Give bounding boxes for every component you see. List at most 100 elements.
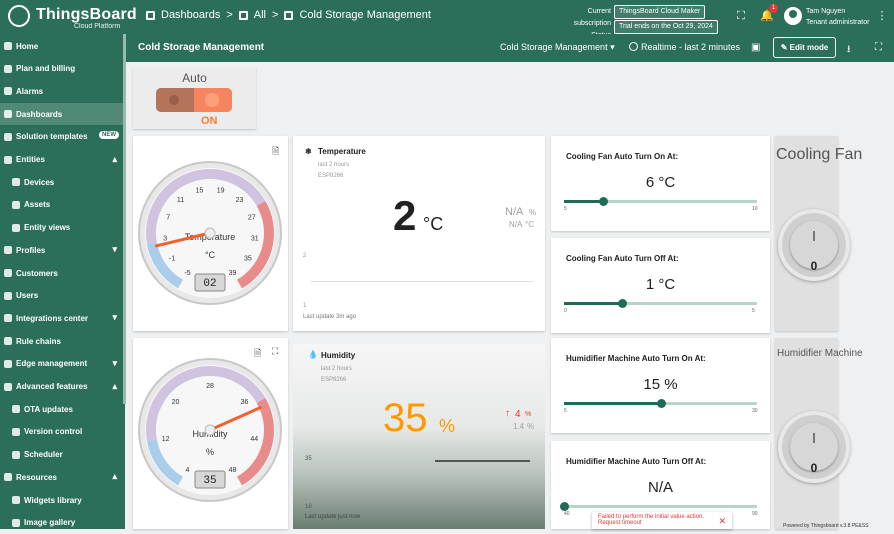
fullscreen-icon[interactable]: ⛶ — [875, 42, 882, 53]
slider-fill — [564, 302, 622, 305]
slider-track[interactable] — [564, 299, 757, 308]
dashboard-state-select[interactable]: Cold Storage Management ▾ — [500, 42, 615, 53]
notification-count: 1 — [769, 4, 778, 13]
slider-thumb[interactable] — [617, 299, 627, 308]
sidebar-item-widgets-library[interactable]: Widgets library — [0, 489, 125, 511]
gauge-tick-label: 7 — [166, 214, 170, 221]
slider-thumb[interactable] — [656, 399, 666, 408]
brand-logo[interactable]: ThingsBoard Cloud Platform — [6, 3, 137, 31]
sidebar-item-assets[interactable]: Assets — [0, 194, 125, 216]
sidebar-item-rule-chains[interactable]: Rule chains — [0, 330, 125, 352]
sidebar-item-customers[interactable]: Customers — [0, 262, 125, 284]
temperature-gauge-widget: 🗎 -5-1371115192327313539Temperature°C02 — [133, 136, 288, 331]
slider-widget: Humidifier Machine Auto Turn On At: 15 % 5… — [551, 338, 770, 433]
sidebar-item-icon — [4, 64, 12, 73]
temperature-delta: N/A — [505, 206, 524, 218]
sidebar-item-scheduler[interactable]: Scheduler — [0, 444, 125, 466]
slider-value: N/A — [647, 479, 673, 496]
sidebar-item-icon — [4, 314, 12, 323]
sidebar-item-label: Home — [16, 41, 39, 51]
slider-title: Cooling Fan Auto Turn Off At: — [566, 254, 679, 263]
temperature-gauge: -5-1371115192327313539Temperature°C02 — [138, 161, 282, 305]
chart-axis-top: 35 — [305, 456, 312, 462]
breadcrumb-dashboards[interactable]: Dashboards — [161, 9, 220, 21]
sidebar-item-icon — [12, 200, 20, 209]
user-info[interactable]: Tam Nguyen Tenant administrator — [806, 6, 869, 28]
sidebar-item-label: Devices — [24, 177, 55, 187]
sidebar-item-version-control[interactable]: Version control — [0, 421, 125, 443]
sidebar-item-dashboards[interactable]: Dashboards — [0, 103, 125, 126]
sidebar-item-label: Entity views — [24, 223, 71, 233]
state-value: Cold Storage Management — [500, 42, 608, 52]
chart-axis-top: 2 — [303, 253, 307, 259]
dashboard-icon — [284, 10, 294, 20]
sidebar-item-edge-management[interactable]: Edge management ▾ — [0, 353, 125, 375]
subscription-badge[interactable]: ThingsBoard Cloud Maker — [614, 5, 706, 19]
dashboards-icon — [146, 10, 155, 20]
sidebar-item-home[interactable]: Home — [0, 35, 125, 57]
sidebar-item-icon — [12, 405, 20, 414]
sidebar-item-entity-views[interactable]: Entity views — [0, 217, 125, 239]
slider-track[interactable] — [560, 502, 757, 511]
chevron-down-icon[interactable]: ▾ — [112, 358, 117, 369]
slider-title: Humidifier Machine Auto Turn On At: — [566, 354, 706, 363]
sidebar-item-label: Alarms — [16, 86, 44, 96]
chevron-down-icon: ▾ — [610, 42, 615, 52]
sidebar-item-image-gallery[interactable]: Image gallery — [0, 512, 125, 534]
sidebar: Home Plan and billing Alarms Dashboards Solu… — [0, 34, 125, 529]
image-icon[interactable]: ▣ — [751, 42, 760, 53]
fullscreen-icon[interactable]: ⛶ — [735, 10, 747, 22]
auto-toggle-switch[interactable] — [156, 88, 232, 112]
sidebar-item-alarms[interactable]: Alarms — [0, 80, 125, 102]
sidebar-item-devices[interactable]: Devices — [0, 171, 125, 193]
sidebar-item-label: Profiles — [16, 245, 46, 255]
sidebar-item-icon — [4, 337, 12, 346]
sidebar-item-solution-templates[interactable]: Solution templates NEW — [0, 126, 125, 148]
sidebar-item-integrations-center[interactable]: Integrations center ▾ — [0, 307, 125, 329]
humidifier-knob[interactable]: 0 — [778, 411, 850, 483]
sidebar-scrollbar[interactable] — [123, 34, 126, 404]
close-icon[interactable]: ✕ — [718, 516, 726, 527]
more-vert-icon[interactable]: ⋮ — [876, 10, 888, 22]
slider-value: 1 °C — [645, 276, 676, 293]
gauge-tick-label: 11 — [177, 197, 184, 204]
top-bar: ThingsBoard Cloud Platform Dashboards > … — [0, 0, 894, 39]
user-role: Tenant administrator — [806, 19, 870, 26]
gauge-tick-label: -5 — [184, 270, 190, 277]
chevron-up-icon[interactable]: ▴ — [112, 471, 117, 482]
gauge-tick-label: 31 — [251, 235, 259, 242]
slider-thumb[interactable] — [560, 502, 569, 511]
edit-mode-button[interactable]: ✎ Edit mode — [773, 37, 836, 58]
sidebar-item-label: Dashboards — [16, 109, 63, 119]
chevron-up-icon[interactable]: ▴ — [112, 381, 117, 392]
chevron-up-icon[interactable]: ▴ — [112, 154, 117, 165]
gauge-tick-label: 19 — [217, 187, 225, 194]
sidebar-item-resources[interactable]: Resources ▴ — [0, 466, 125, 488]
timewindow-button[interactable]: Realtime - last 2 minutes — [629, 42, 740, 52]
sidebar-item-advanced-features[interactable]: Advanced features ▴ — [0, 376, 125, 398]
sidebar-item-profiles[interactable]: Profiles ▾ — [0, 239, 125, 261]
slider-track[interactable] — [564, 197, 757, 206]
auto-switch-widget: Auto ON — [133, 68, 256, 129]
sidebar-item-ota-updates[interactable]: OTA updates — [0, 398, 125, 420]
status-badge: Trial ends on the Oct 29, 2024 — [614, 20, 718, 34]
gauge-tick-label: 15 — [195, 187, 203, 194]
slider-widget: Cooling Fan Auto Turn On At: 6 °C 5 10 — [551, 136, 770, 231]
powered-by[interactable]: Powered by Thingsboard v.3.8 PE&SS — [783, 523, 868, 529]
sidebar-item-plan-and-billing[interactable]: Plan and billing — [0, 58, 125, 80]
sidebar-item-icon — [4, 269, 12, 277]
cooling-fan-knob[interactable]: 0 — [778, 209, 850, 281]
humidity-gauge: 4122028364448Humidity%35 — [138, 358, 282, 502]
breadcrumb-all[interactable]: All — [254, 9, 266, 21]
slider-track[interactable] — [564, 399, 757, 408]
water-drop-icon: 💧 — [308, 350, 318, 359]
chevron-down-icon[interactable]: ▾ — [112, 244, 117, 255]
avatar[interactable] — [784, 7, 802, 25]
thingsboard-logo-icon — [8, 5, 30, 27]
slider-thumb[interactable] — [598, 197, 608, 206]
chevron-down-icon[interactable]: ▾ — [112, 312, 117, 323]
edit-mode-label: Edit mode — [789, 43, 829, 52]
sidebar-item-users[interactable]: Users — [0, 285, 125, 307]
sidebar-item-entities[interactable]: Entities ▴ — [0, 149, 125, 171]
download-icon[interactable]: ⭳ — [847, 42, 851, 59]
